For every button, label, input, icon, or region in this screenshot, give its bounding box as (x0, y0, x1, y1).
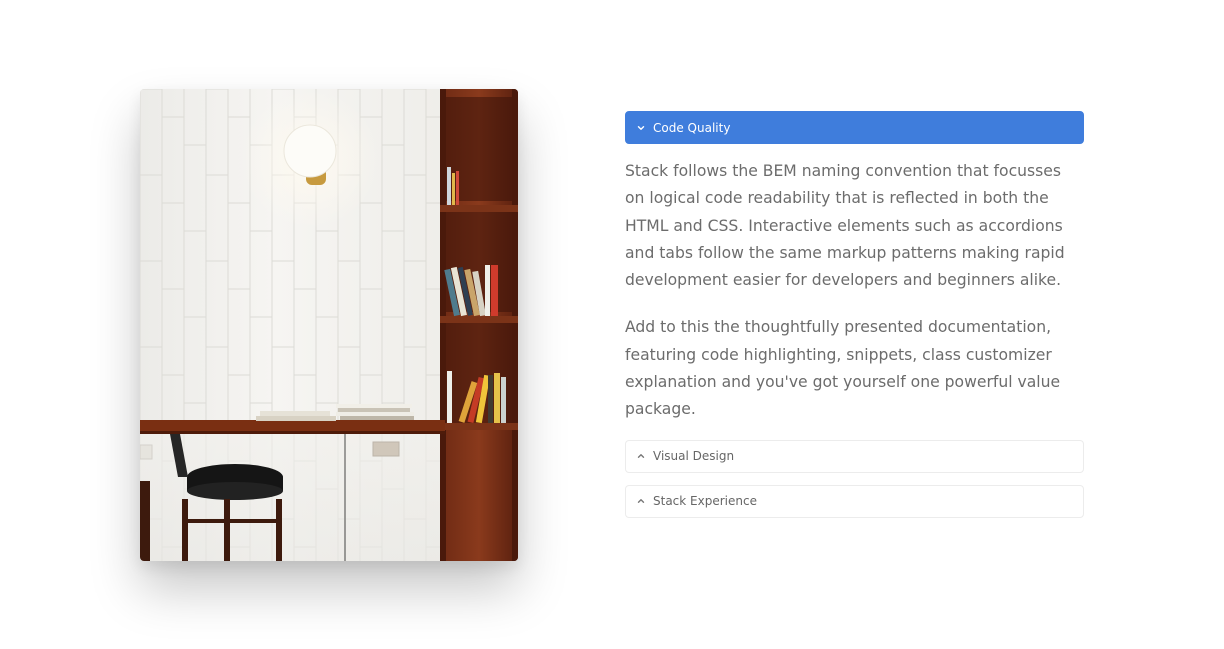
chevron-up-icon (636, 496, 646, 506)
chevron-down-icon (636, 123, 646, 133)
accordion-label: Code Quality (653, 120, 731, 135)
accordion-item-code-quality: Code Quality Stack follows the BEM namin… (625, 111, 1084, 430)
accordion-item-stack-experience: Stack Experience (625, 484, 1084, 518)
accordion-title-visual-design[interactable]: Visual Design (625, 439, 1084, 473)
accordion-item-visual-design: Visual Design (625, 439, 1084, 473)
accordion-label: Visual Design (653, 449, 735, 464)
cafe-interior-photo (140, 89, 518, 561)
accordion: Code Quality Stack follows the BEM namin… (625, 111, 1084, 530)
content-paragraph: Stack follows the BEM naming convention … (625, 162, 1065, 290)
page: Code Quality Stack follows the BEM namin… (0, 0, 1224, 649)
content-paragraph: Add to this the thoughtfully presented d… (625, 318, 1061, 419)
accordion-content-code-quality: Stack follows the BEM naming convention … (625, 144, 1084, 430)
accordion-label: Stack Experience (653, 494, 757, 509)
accordion-title-stack-experience[interactable]: Stack Experience (625, 484, 1084, 518)
chevron-up-icon (636, 451, 646, 461)
accordion-title-code-quality[interactable]: Code Quality (625, 111, 1084, 144)
